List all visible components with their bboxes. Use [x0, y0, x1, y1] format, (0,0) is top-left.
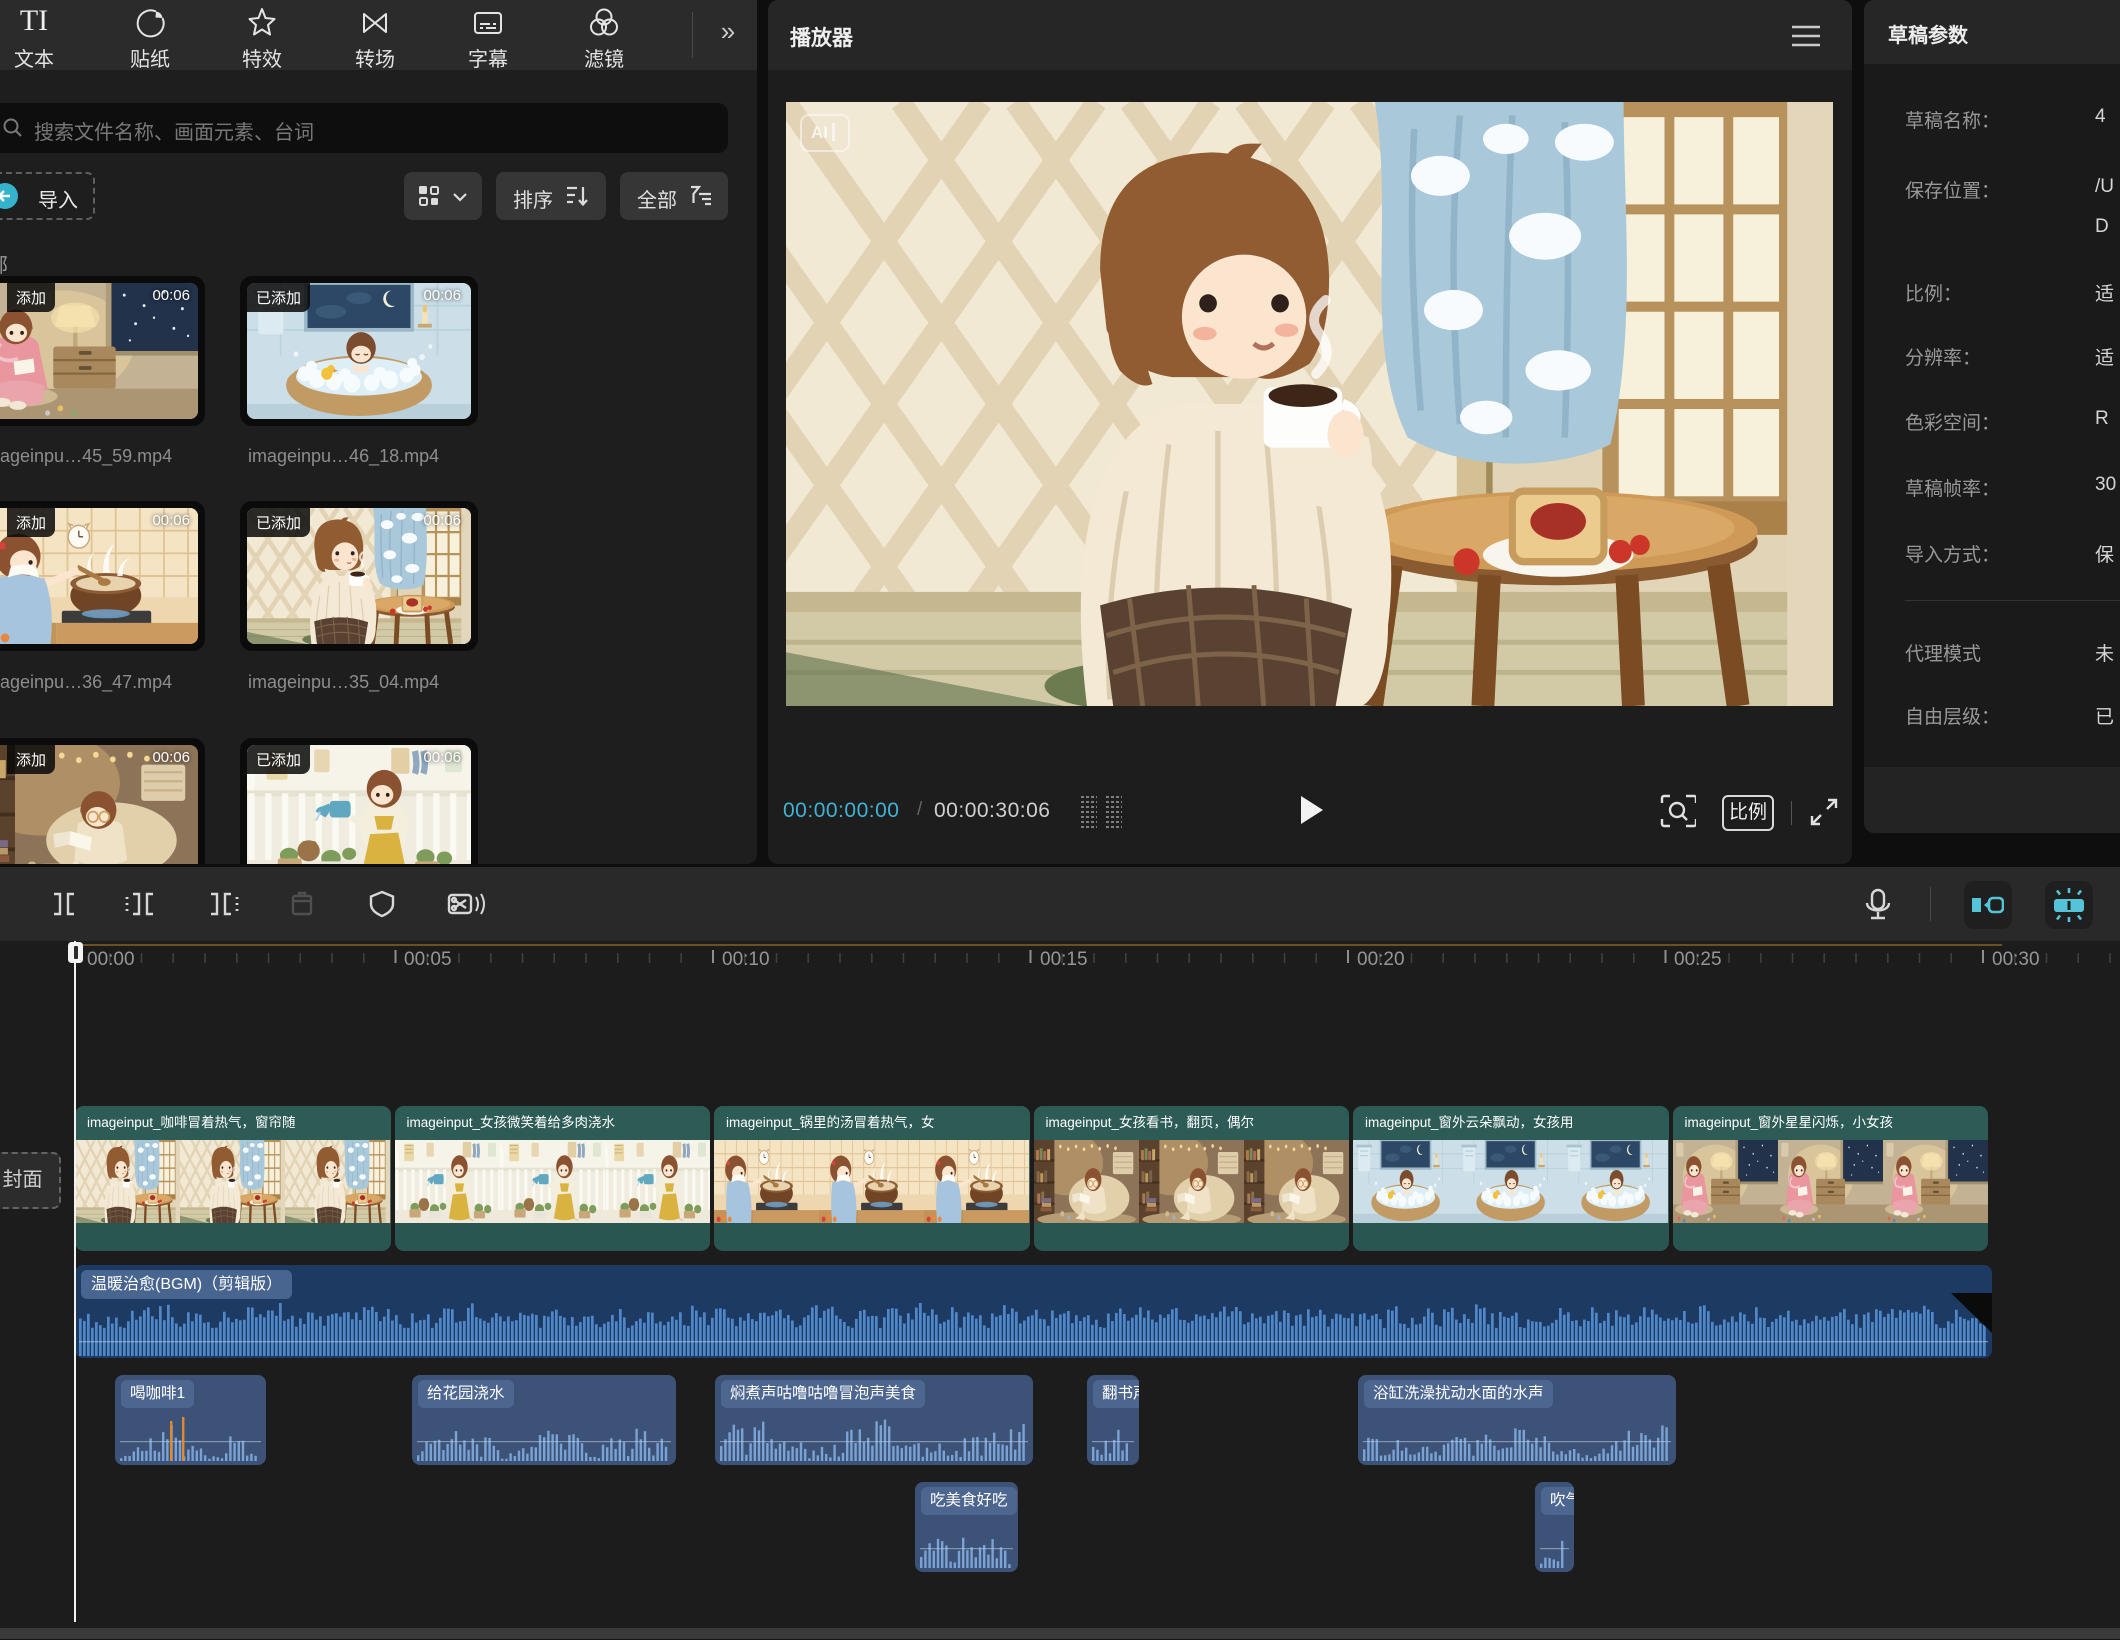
svg-text:TI: TI [20, 4, 48, 37]
